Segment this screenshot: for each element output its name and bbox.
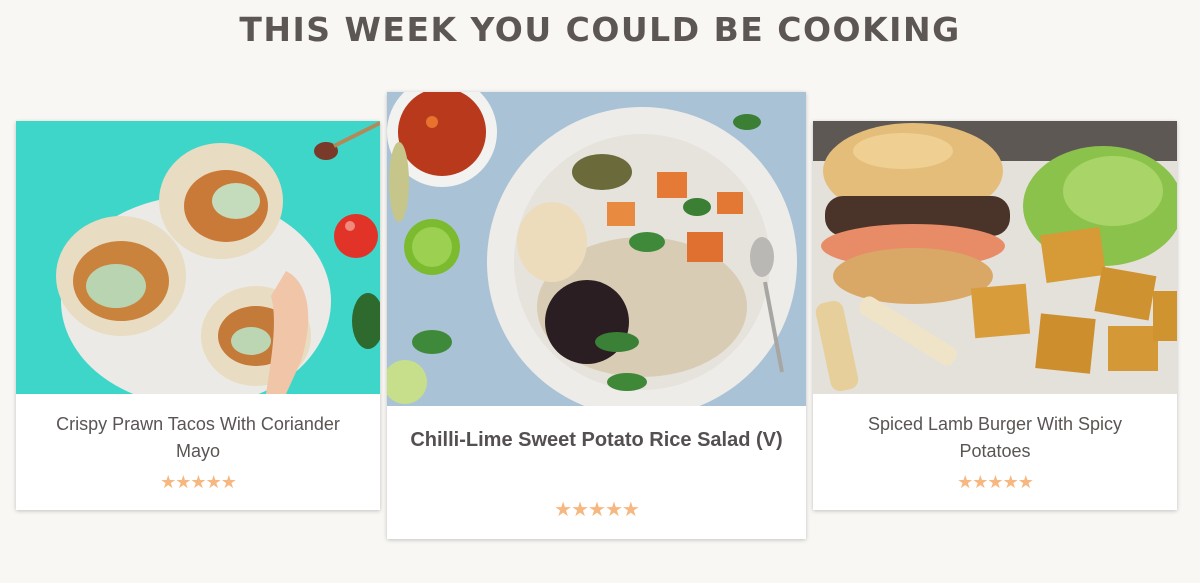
recipe-showcase: THIS WEEK YOU COULD BE COOKING Crispy Pr…	[0, 0, 1200, 583]
prawn-tacos-photo-icon	[16, 121, 380, 394]
star-rating: ★★★★★	[160, 472, 237, 493]
recipe-title[interactable]: Crispy Prawn Tacos With Coriander Mayo	[36, 411, 360, 465]
recipe-card-rice-salad[interactable]: Chilli-Lime Sweet Potato Rice Salad (V) …	[387, 92, 806, 539]
recipe-image[interactable]	[387, 92, 806, 406]
recipe-title[interactable]: Chilli-Lime Sweet Potato Rice Salad (V)	[407, 427, 786, 454]
recipe-image[interactable]	[16, 121, 380, 394]
lamb-burger-photo-icon	[813, 121, 1177, 394]
star-rating: ★★★★★	[957, 472, 1034, 493]
rice-salad-photo-icon	[387, 92, 806, 406]
recipe-title[interactable]: Spiced Lamb Burger With Spicy Potatoes	[833, 411, 1157, 465]
section-heading: THIS WEEK YOU COULD BE COOKING	[239, 10, 961, 49]
recipe-image[interactable]	[813, 121, 1177, 394]
recipe-card-lamb-burger[interactable]: Spiced Lamb Burger With Spicy Potatoes ★…	[813, 121, 1177, 510]
recipe-card-prawn-tacos[interactable]: Crispy Prawn Tacos With Coriander Mayo ★…	[16, 121, 380, 510]
star-rating: ★★★★★	[554, 497, 640, 521]
